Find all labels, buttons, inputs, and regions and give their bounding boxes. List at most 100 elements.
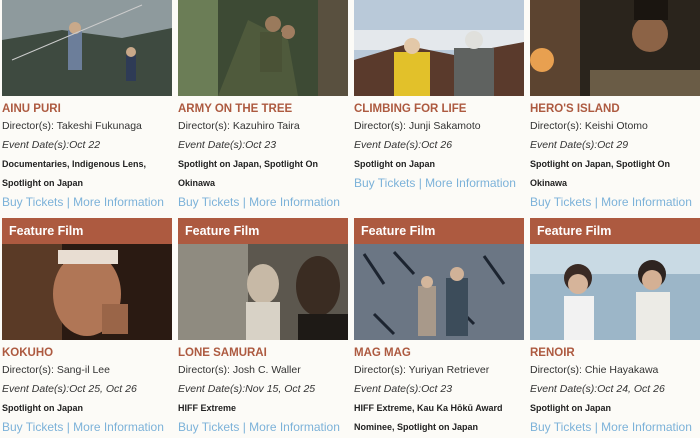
more-information-link[interactable]: More Information [73, 195, 164, 209]
film-card: AINU PURI Director(s): Takeshi Fukunaga … [2, 0, 172, 212]
film-card: Feature Film LONE SAMURAI Director(s): J… [178, 218, 348, 437]
film-thumbnail[interactable] [178, 0, 348, 96]
film-thumbnail[interactable] [2, 244, 172, 340]
category-banner: Feature Film [530, 218, 700, 244]
director-label: Director(s): [178, 120, 230, 132]
event-date-line: Event Date(s):Oct 22 [2, 136, 172, 155]
category-banner: Feature Film [354, 218, 524, 244]
film-categories: HIFF Extreme, Kau Ka Hōkū Award Nominee,… [354, 403, 503, 432]
event-date-line: Event Date(s):Oct 23 [178, 136, 348, 155]
link-separator: | [418, 176, 422, 190]
film-card: Feature Film KOKUHO Director(s): Sang-il… [2, 218, 172, 437]
film-thumbnail[interactable] [178, 244, 348, 340]
more-information-link[interactable]: More Information [73, 420, 164, 434]
link-separator: | [66, 420, 70, 434]
film-categories: Spotlight on Japan [530, 403, 611, 413]
more-information-link[interactable]: More Information [601, 420, 692, 434]
film-title[interactable]: KOKUHO [2, 345, 172, 361]
event-date-line: Event Date(s):Nov 15, Oct 25 [178, 380, 348, 399]
event-date-label: Event Date(s): [178, 383, 246, 395]
film-card: HERO'S ISLAND Director(s): Keishi Otomo … [530, 0, 700, 212]
director-line: Director(s): Chie Hayakawa [530, 361, 700, 380]
link-separator: | [242, 195, 246, 209]
director-line: Director(s): Josh C. Waller [178, 361, 348, 380]
buy-tickets-link[interactable]: Buy Tickets [354, 176, 415, 190]
director-label: Director(s): [178, 364, 230, 376]
film-categories: Documentaries, Indigenous Lens, Spotligh… [2, 159, 147, 188]
ticket-links: Buy Tickets | More Information [354, 174, 524, 193]
event-dates: Oct 24, Oct 26 [597, 383, 665, 395]
film-title[interactable]: HERO'S ISLAND [530, 101, 700, 117]
film-thumbnail[interactable] [530, 244, 700, 340]
event-dates: Oct 22 [69, 139, 101, 151]
link-separator: | [66, 195, 70, 209]
film-title[interactable]: CLIMBING FOR LIFE [354, 101, 524, 117]
more-information-link[interactable]: More Information [249, 420, 340, 434]
film-thumbnail[interactable] [2, 0, 172, 96]
film-card: Feature Film MAG MAG Director(s): Yuriya… [354, 218, 524, 437]
film-categories: HIFF Extreme [178, 403, 237, 413]
event-date-label: Event Date(s): [354, 383, 422, 395]
event-dates: Oct 23 [245, 139, 277, 151]
director-label: Director(s): [2, 364, 54, 376]
event-date-line: Event Date(s):Oct 29 [530, 136, 700, 155]
event-date-label: Event Date(s): [2, 139, 70, 151]
director-line: Director(s): Junji Sakamoto [354, 117, 524, 136]
director-line: Director(s): Kazuhiro Taira [178, 117, 348, 136]
buy-tickets-link[interactable]: Buy Tickets [178, 420, 239, 434]
more-information-link[interactable]: More Information [425, 176, 516, 190]
film-thumbnail[interactable] [354, 244, 524, 340]
category-banner: Feature Film [2, 218, 172, 244]
director-name: Takeshi Fukunaga [56, 120, 142, 132]
film-categories: Spotlight on Japan, Spotlight On Okinawa [178, 159, 318, 188]
film-title[interactable]: ARMY ON THE TREE [178, 101, 348, 117]
film-title[interactable]: RENOIR [530, 345, 700, 361]
link-separator: | [594, 420, 598, 434]
film-title[interactable]: AINU PURI [2, 101, 172, 117]
event-date-line: Event Date(s):Oct 26 [354, 136, 524, 155]
event-dates: Nov 15, Oct 25 [245, 383, 316, 395]
event-dates: Oct 23 [421, 383, 453, 395]
director-name: Chie Hayakawa [584, 364, 659, 376]
buy-tickets-link[interactable]: Buy Tickets [2, 195, 63, 209]
buy-tickets-link[interactable]: Buy Tickets [2, 420, 63, 434]
event-date-label: Event Date(s): [178, 139, 246, 151]
film-title[interactable]: MAG MAG [354, 345, 524, 361]
director-name: Junji Sakamoto [408, 120, 481, 132]
ticket-links: Buy Tickets | More Information [530, 418, 700, 437]
ticket-links: Buy Tickets | More Information [178, 418, 348, 437]
buy-tickets-link[interactable]: Buy Tickets [530, 195, 591, 209]
event-dates: Oct 25, Oct 26 [69, 383, 137, 395]
director-label: Director(s): [530, 120, 582, 132]
event-date-label: Event Date(s): [530, 383, 598, 395]
film-title[interactable]: LONE SAMURAI [178, 345, 348, 361]
event-dates: Oct 26 [421, 139, 453, 151]
event-date-label: Event Date(s): [354, 139, 422, 151]
buy-tickets-link[interactable]: Buy Tickets [178, 195, 239, 209]
film-categories: Spotlight on Japan [354, 159, 435, 169]
director-line: Director(s): Keishi Otomo [530, 117, 700, 136]
film-categories: Spotlight on Japan [2, 403, 83, 413]
film-grid: AINU PURI Director(s): Takeshi Fukunaga … [0, 0, 700, 438]
film-categories: Spotlight on Japan, Spotlight On Okinawa [530, 159, 670, 188]
film-thumbnail[interactable] [530, 0, 700, 96]
director-label: Director(s): [354, 120, 406, 132]
event-date-label: Event Date(s): [530, 139, 598, 151]
director-label: Director(s): [354, 364, 406, 376]
director-label: Director(s): [530, 364, 582, 376]
more-information-link[interactable]: More Information [601, 195, 692, 209]
category-banner: Feature Film [178, 218, 348, 244]
director-name: Kazuhiro Taira [232, 120, 300, 132]
ticket-links: Buy Tickets | More Information [2, 418, 172, 437]
film-thumbnail[interactable] [354, 0, 524, 96]
buy-tickets-link[interactable]: Buy Tickets [530, 420, 591, 434]
event-date-line: Event Date(s):Oct 25, Oct 26 [2, 380, 172, 399]
director-line: Director(s): Yuriyan Retriever [354, 361, 524, 380]
event-date-line: Event Date(s):Oct 24, Oct 26 [530, 380, 700, 399]
film-card: Feature Film RENOIR Director(s): Chie Ha… [530, 218, 700, 437]
link-separator: | [242, 420, 246, 434]
ticket-links: Buy Tickets | More Information [178, 193, 348, 212]
director-name: Yuriyan Retriever [408, 364, 490, 376]
director-name: Keishi Otomo [584, 120, 648, 132]
more-information-link[interactable]: More Information [249, 195, 340, 209]
